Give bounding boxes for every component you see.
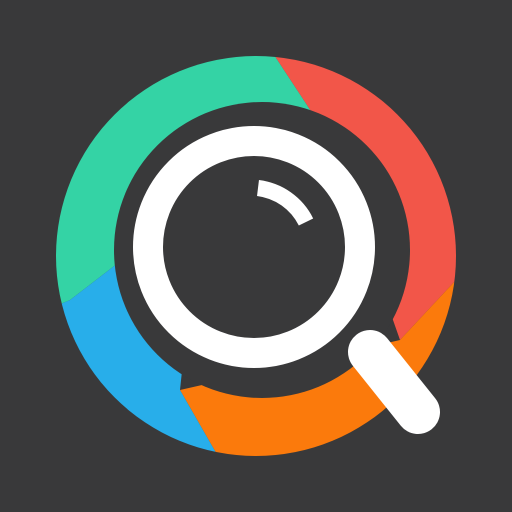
search-app-icon[interactable]	[0, 0, 512, 512]
